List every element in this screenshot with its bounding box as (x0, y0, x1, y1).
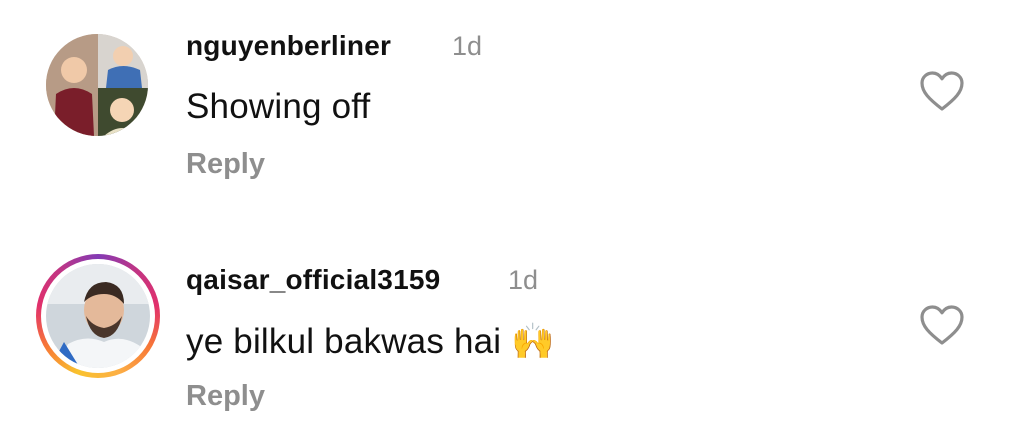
avatar-image (46, 264, 150, 368)
comment-username[interactable]: nguyenberliner (186, 30, 391, 62)
story-ring[interactable] (36, 254, 160, 378)
like-button[interactable] (919, 70, 965, 112)
heart-outline-icon (920, 71, 964, 111)
comment-timestamp: 1d (452, 31, 483, 61)
comment-username[interactable]: qaisar_official3159 (186, 264, 440, 296)
comment-timestamp: 1d (508, 265, 539, 295)
reply-button[interactable]: Reply (186, 148, 265, 181)
heart-outline-icon (920, 305, 964, 345)
avatar-image (46, 34, 148, 136)
comment-item: nguyenberliner 1d Showing off Reply (0, 0, 1024, 200)
avatar[interactable] (36, 254, 160, 378)
comment-text: Showing off (186, 87, 371, 126)
reply-button[interactable]: Reply (186, 380, 265, 413)
comment-text: ye bilkul bakwas hai 🙌 (186, 322, 555, 361)
comment-item: qaisar_official3159 1d ye bilkul bakwas … (0, 230, 1024, 446)
avatar[interactable] (46, 34, 148, 136)
like-button[interactable] (919, 304, 965, 346)
